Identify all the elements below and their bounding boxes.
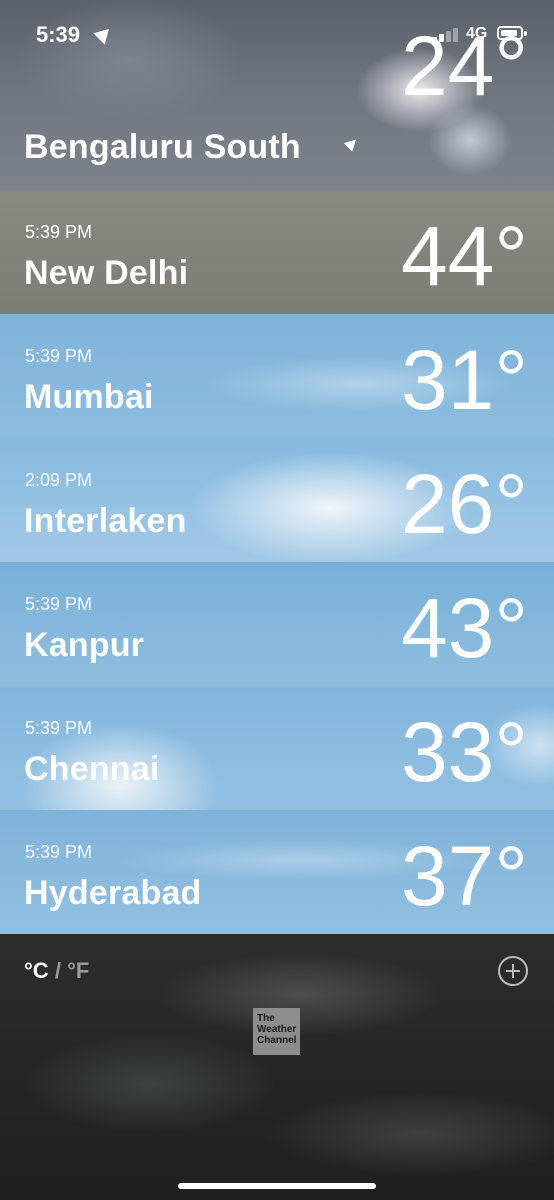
city-name: Mumbai [24,378,154,416]
local-time: 2:09 PM [25,470,93,490]
home-indicator[interactable] [178,1183,376,1189]
city-name: Kanpur [24,626,145,664]
weather-channel-logo[interactable]: The Weather Channel [253,1008,300,1055]
local-time: 5:39 PM [25,718,93,738]
add-circle-icon[interactable] [498,956,528,986]
weather-screen: 5:39 4G Bengaluru South 24° 5:39 PM New … [0,0,554,1200]
city-temperature: 24° [400,19,528,113]
local-time: 5:39 PM [25,842,93,862]
unit-separator: / [54,958,61,983]
city-name: Hyderabad [24,874,202,912]
city-row[interactable]: 5:39 PM Kanpur 43° [0,562,554,686]
city-temperature: 33° [400,705,528,799]
location-arrow-icon [343,135,361,152]
unit-toggle[interactable]: °C / °F [24,958,89,984]
city-temperature: 37° [400,829,528,923]
city-temperature: 44° [400,209,528,303]
city-name: Bengaluru South [24,128,301,166]
city-row[interactable]: 5:39 PM Hyderabad 37° [0,810,554,934]
city-row-current[interactable]: Bengaluru South 24° [0,0,554,190]
city-temperature: 31° [400,333,528,427]
local-time: 5:39 PM [25,222,93,242]
local-time: 5:39 PM [25,594,93,614]
city-row[interactable]: 5:39 PM Mumbai 31° [0,314,554,438]
city-name: Chennai [24,750,160,788]
city-temperature: 43° [400,581,528,675]
city-row[interactable]: 5:39 PM New Delhi 44° [0,190,554,314]
city-name: New Delhi [24,254,189,292]
city-row[interactable]: 5:39 PM Chennai 33° [0,686,554,810]
local-time: 5:39 PM [25,346,93,366]
city-row[interactable]: 2:09 PM Interlaken 26° [0,438,554,562]
city-name: Interlaken [24,502,187,540]
city-temperature: 26° [400,457,528,551]
footer: °C / °F The Weather Channel [0,934,554,1200]
celsius-option[interactable]: °C [24,958,49,983]
fahrenheit-option[interactable]: °F [67,958,89,983]
